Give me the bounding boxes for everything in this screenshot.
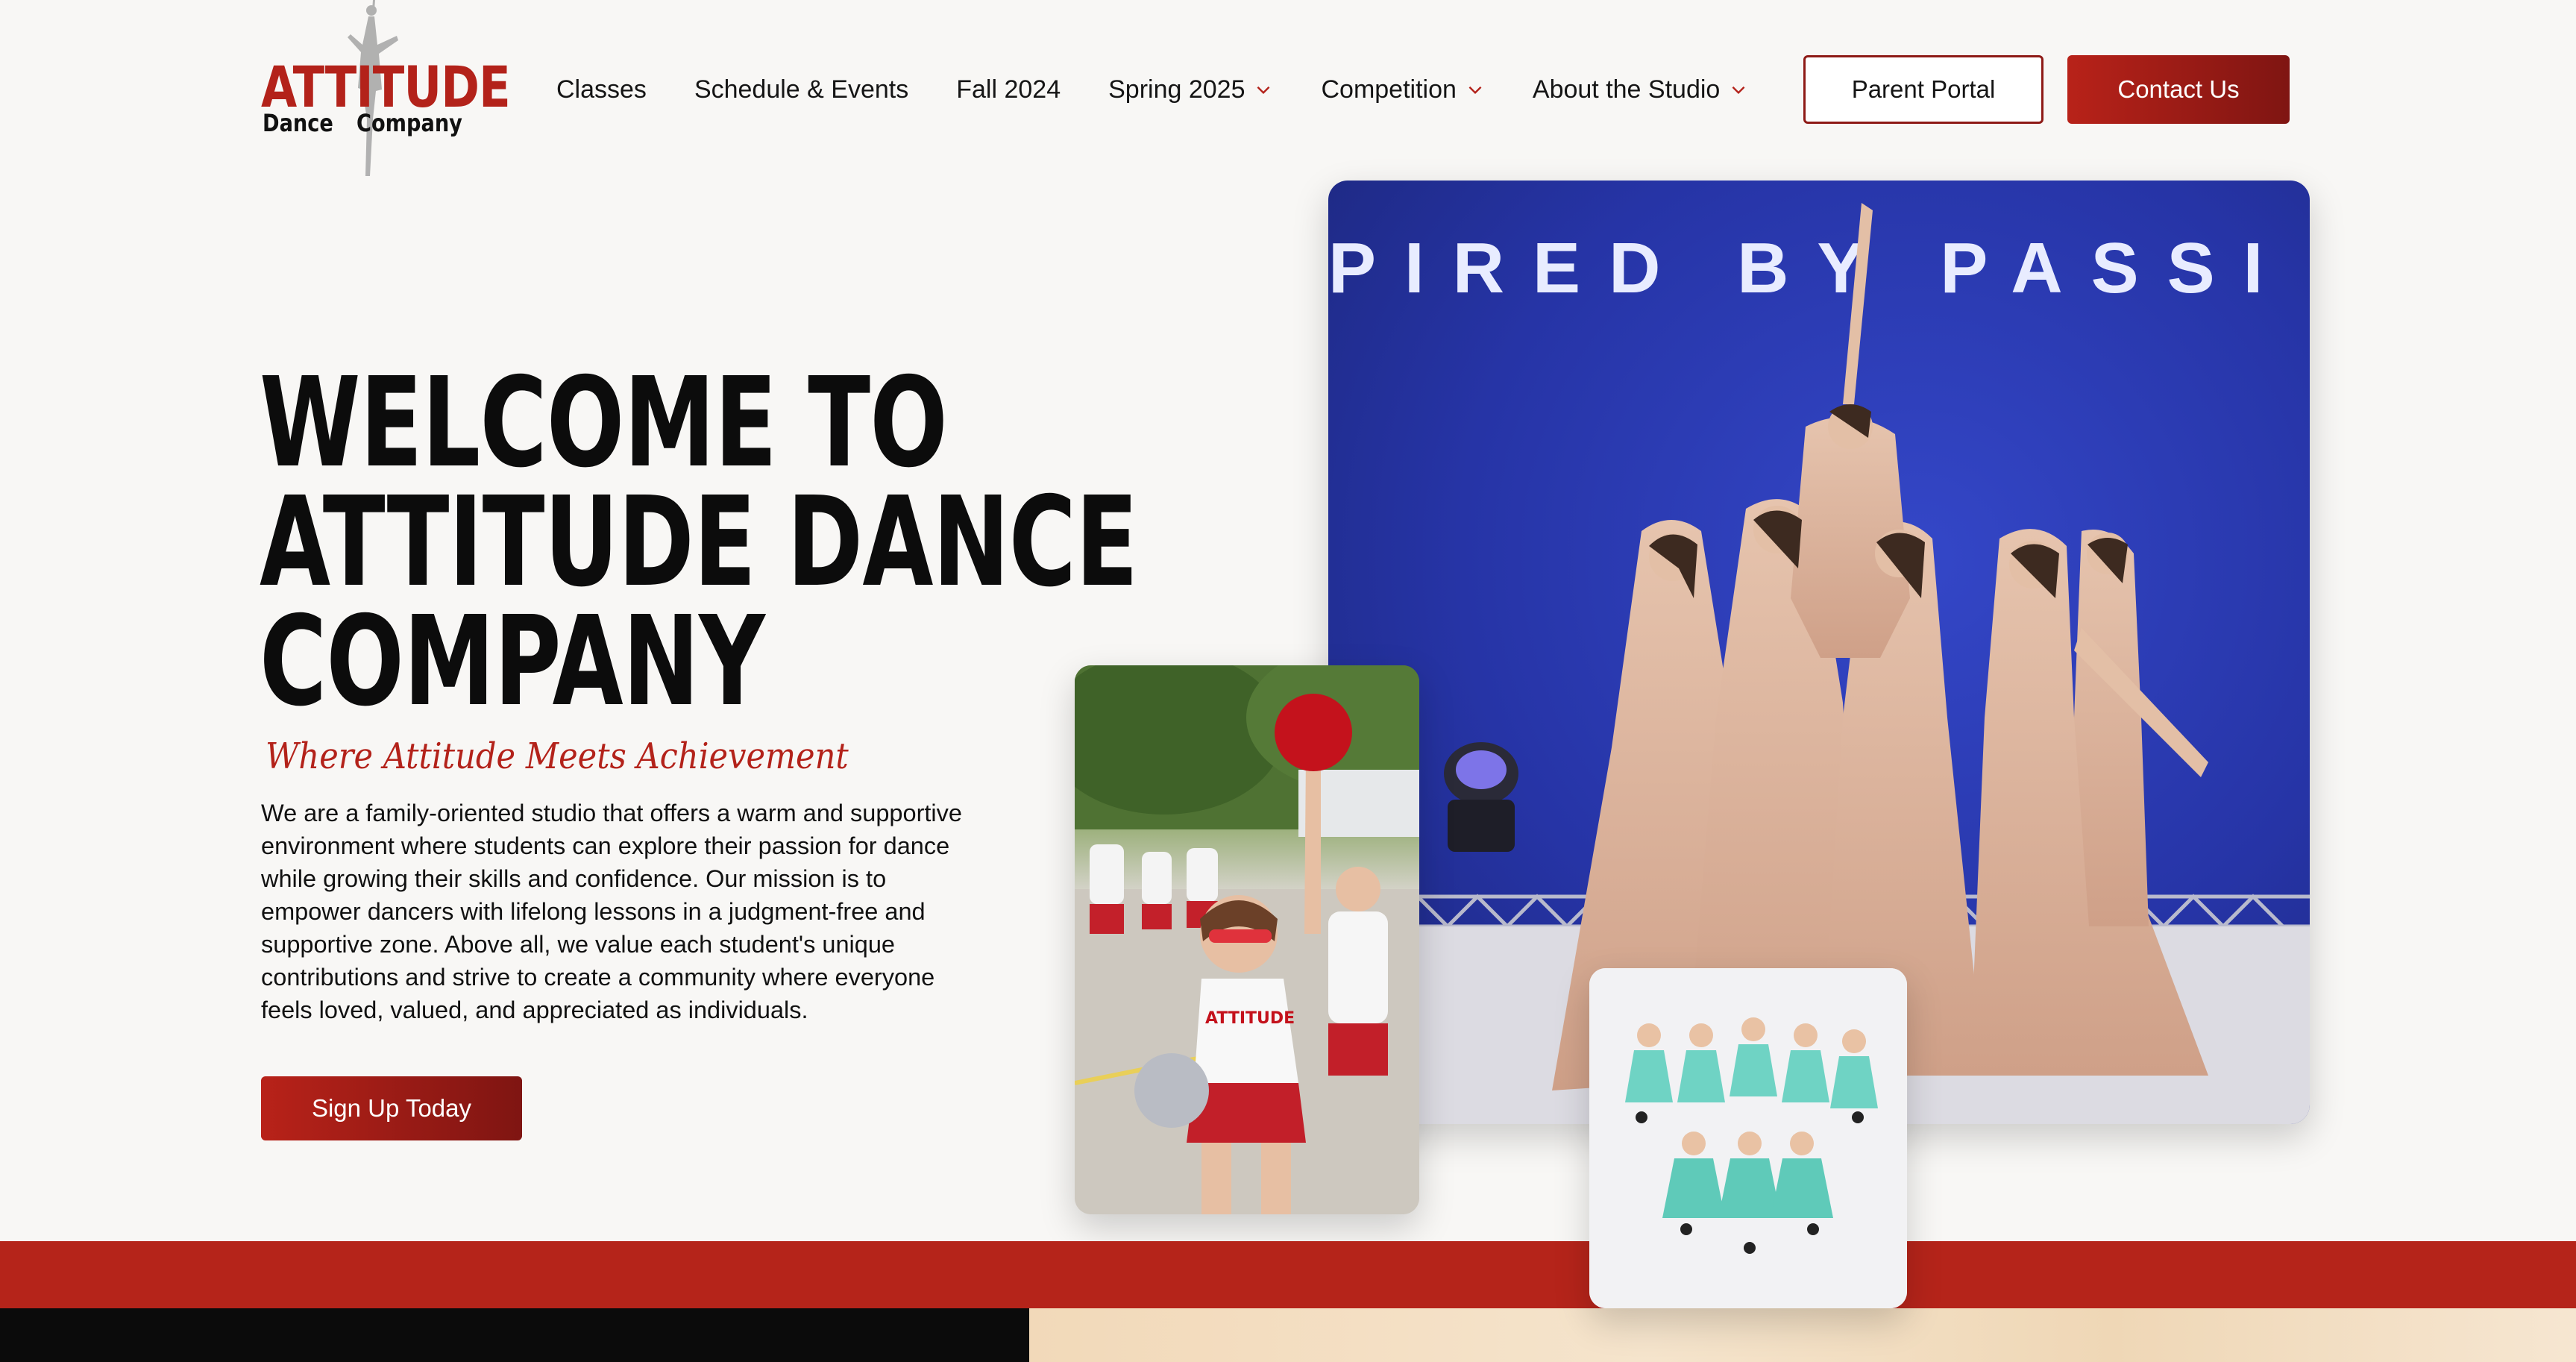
hero-title-line: COMPANY: [260, 590, 765, 734]
parent-portal-button[interactable]: Parent Portal: [1803, 55, 2043, 124]
nav-label: Classes: [556, 75, 647, 104]
hero-intro-text: We are a family-oriented studio that off…: [261, 800, 962, 1023]
nav-competition[interactable]: Competition: [1321, 75, 1484, 104]
hero-tagline: Where Attitude Meets Achievement: [266, 735, 849, 777]
nav-label: Spring 2025: [1108, 75, 1245, 104]
chevron-down-icon: [1468, 86, 1482, 95]
parade-scene-image: ATTITUDE: [1075, 665, 1419, 1214]
nav-spring-2025[interactable]: Spring 2025: [1108, 75, 1273, 104]
nav-fall-2024[interactable]: Fall 2024: [956, 75, 1061, 104]
banner-text: PIRED BY PASSI: [1328, 228, 2291, 308]
next-section-dark: [0, 1308, 1029, 1362]
nav-label: About the Studio: [1532, 75, 1721, 104]
parade-photo: ATTITUDE: [1075, 665, 1419, 1214]
site-logo[interactable]: ATTITUDE Dance Company: [261, 0, 511, 179]
logo-sub-dance: Dance: [263, 109, 333, 137]
logo-sub-company: Company: [356, 109, 462, 137]
shirt-text: ATTITUDE: [1205, 1009, 1295, 1028]
main-nav: Classes Schedule & Events Fall 2024 Spri…: [556, 69, 1748, 110]
hero-title-line: WELCOME TO: [260, 351, 948, 495]
nav-classes[interactable]: Classes: [556, 75, 647, 104]
nav-label: Competition: [1321, 75, 1457, 104]
red-divider-band: [0, 1241, 2576, 1308]
recital-group-photo: [1589, 968, 1907, 1308]
next-section-image: [1029, 1308, 2576, 1362]
chevron-down-icon: [1732, 86, 1745, 95]
hero-title: WELCOME TO ATTITUDE DANCE COMPANY: [260, 351, 1138, 734]
chevron-down-icon: [1257, 86, 1270, 95]
nav-label: Schedule & Events: [694, 75, 909, 104]
nav-schedule-events[interactable]: Schedule & Events: [694, 75, 908, 104]
contact-us-button[interactable]: Contact Us: [2067, 55, 2290, 124]
recital-kids-image: [1589, 968, 1907, 1308]
sign-up-button[interactable]: Sign Up Today: [261, 1076, 522, 1140]
nav-about-studio[interactable]: About the Studio: [1533, 75, 1748, 104]
nav-label: Fall 2024: [956, 75, 1061, 104]
hero-title-line: ATTITUDE DANCE: [260, 471, 1138, 615]
